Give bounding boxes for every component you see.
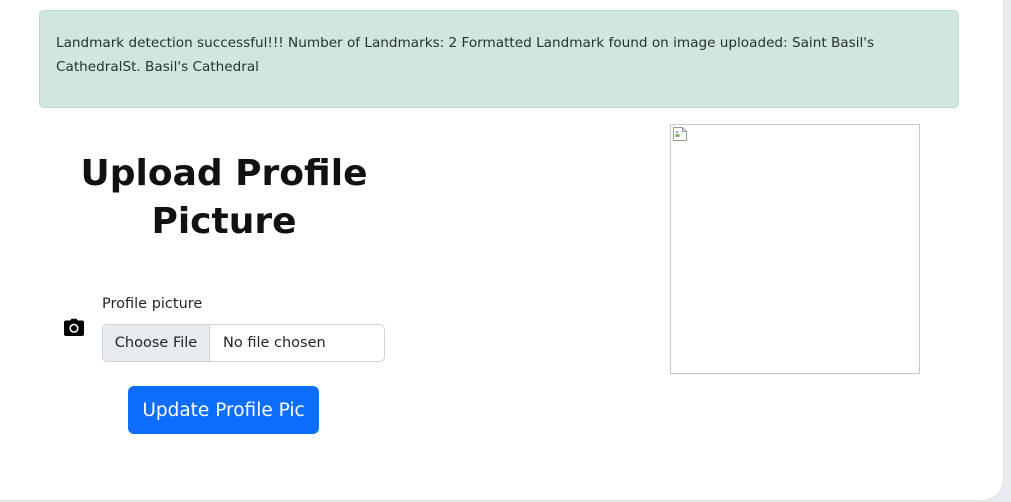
profile-picture-label: Profile picture — [102, 296, 203, 312]
page: Landmark detection successful!!! Number … — [0, 0, 1004, 501]
alert-message: Landmark detection successful!!! Number … — [56, 35, 875, 75]
success-alert: Landmark detection successful!!! Number … — [39, 10, 959, 108]
profile-picture-file-input[interactable]: Choose File No file chosen — [102, 324, 385, 362]
update-profile-pic-button[interactable]: Update Profile Pic — [128, 386, 319, 434]
profile-preview-image — [670, 124, 920, 374]
choose-file-button[interactable]: Choose File — [103, 325, 210, 361]
camera-icon — [62, 316, 86, 340]
broken-image-icon — [672, 126, 688, 142]
file-status-text: No file chosen — [223, 335, 326, 351]
page-title: Upload Profile Picture — [80, 153, 368, 242]
